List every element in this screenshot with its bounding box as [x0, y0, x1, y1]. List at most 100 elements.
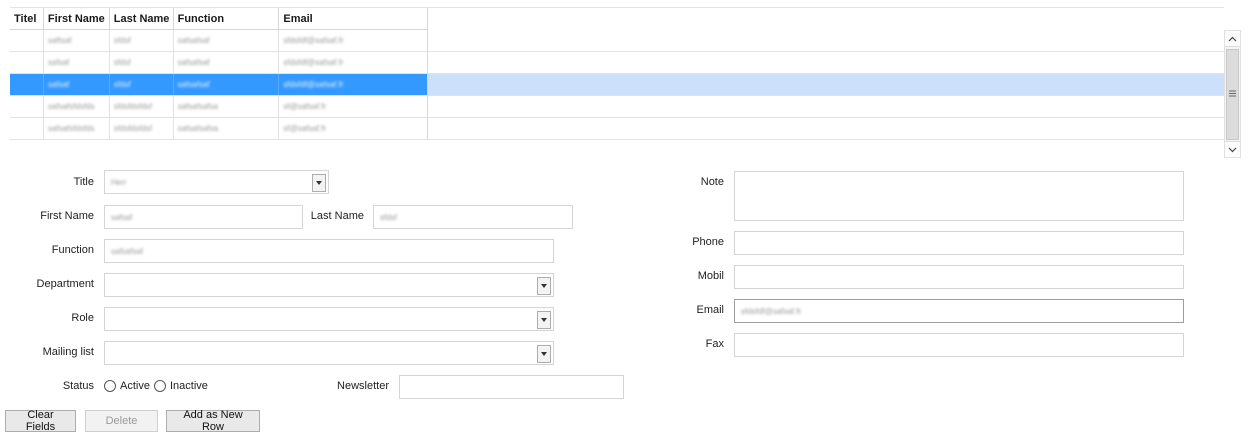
- note-label: Note: [700, 176, 724, 188]
- cell-first-name[interactable]: safsaf: [44, 52, 110, 73]
- function-label: Function: [51, 244, 94, 256]
- cell-email[interactable]: sfdsfdf@safsaf.fr: [279, 74, 427, 95]
- cell-first-name[interactable]: safsafsfdsfds: [44, 96, 110, 117]
- fax-field[interactable]: [734, 333, 1184, 357]
- mobil-label: Mobil: [697, 270, 724, 282]
- status-inactive-label[interactable]: Inactive: [170, 380, 208, 392]
- row-filler[interactable]: [428, 96, 1224, 117]
- cell-first-name-text: safsaf: [47, 58, 70, 67]
- row-filler[interactable]: [428, 52, 1224, 73]
- column-header-last-name[interactable]: Last Name: [110, 8, 174, 29]
- mailing-list-combobox[interactable]: [104, 341, 554, 365]
- scrollbar-thumb[interactable]: [1226, 49, 1239, 140]
- delete-button[interactable]: Delete: [85, 410, 158, 432]
- row-filler[interactable]: [428, 30, 1224, 51]
- cell-email-text: sfdsfdf@safsaf.fr: [283, 58, 344, 67]
- title-combobox[interactable]: Herr: [104, 170, 329, 194]
- newsletter-field[interactable]: [399, 375, 624, 399]
- note-textarea[interactable]: [734, 171, 1184, 221]
- cell-email-text: sf@safsaf.fr: [283, 124, 327, 133]
- status-label: Status: [62, 380, 94, 392]
- column-header-email[interactable]: Email: [279, 8, 427, 29]
- email-label: Email: [696, 304, 724, 316]
- cell-email[interactable]: sfdsfdf@safsaf.fr: [279, 52, 427, 73]
- last-name-field[interactable]: sfdsf: [373, 205, 573, 229]
- chevron-down-icon[interactable]: [537, 311, 551, 329]
- role-combobox[interactable]: [104, 307, 554, 331]
- phone-field[interactable]: [734, 231, 1184, 255]
- first-name-value: safsaf: [111, 212, 133, 222]
- table-row[interactable]: saftsaf sfdsf safsafsaf sfdsfdf@safsaf.fr: [10, 30, 1224, 52]
- grid-body: saftsaf sfdsf safsafsaf sfdsfdf@safsaf.fr sa…: [10, 30, 1224, 140]
- cell-email-text: sf@safsaf.fr: [283, 102, 327, 111]
- cell-email-text: sfdsfdf@safsaf.fr: [283, 36, 344, 45]
- department-combobox[interactable]: [104, 273, 554, 297]
- cell-first-name[interactable]: saftsaf: [44, 30, 110, 51]
- table-row[interactable]: safsafsfdsfds sfdsfdsfdsf safsafsafsa sf@sa…: [10, 96, 1224, 118]
- table-row[interactable]: safsaf sfdsf safsafsaf sfdsfdf@safsaf.fr: [10, 52, 1224, 74]
- cell-titel[interactable]: [10, 118, 44, 139]
- cell-function[interactable]: safsafsafsa: [174, 96, 280, 117]
- status-inactive-radio[interactable]: [153, 380, 166, 392]
- chevron-up-icon[interactable]: [1225, 31, 1240, 47]
- chevron-down-icon[interactable]: [312, 174, 326, 192]
- title-label: Title: [73, 176, 94, 188]
- cell-titel[interactable]: [10, 74, 44, 95]
- cell-last-name-text: sfdsf: [113, 36, 131, 45]
- chevron-down-icon[interactable]: [537, 345, 551, 363]
- cell-last-name[interactable]: sfdsf: [110, 30, 174, 51]
- cell-titel[interactable]: [10, 96, 44, 117]
- phone-label: Phone: [692, 236, 724, 248]
- role-label: Role: [71, 312, 94, 324]
- function-value: safsafsaf: [111, 246, 144, 256]
- cell-last-name[interactable]: sfdsf: [110, 74, 174, 95]
- cell-first-name-text: safsaf: [47, 80, 70, 89]
- cell-last-name-text: sfdsf: [113, 80, 131, 89]
- status-active-label[interactable]: Active: [120, 380, 150, 392]
- email-value: sfdsfdf@safsaf.fr: [741, 306, 802, 316]
- cell-email-text: sfdsfdf@safsaf.fr: [283, 80, 344, 89]
- cell-last-name-text: sfdsfdsfdsf: [113, 102, 153, 111]
- cell-function-text: safsafsaf: [177, 36, 210, 45]
- cell-first-name[interactable]: safsaf: [44, 74, 110, 95]
- department-label: Department: [36, 278, 94, 290]
- chevron-down-icon[interactable]: [1225, 141, 1240, 157]
- add-as-new-row-button[interactable]: Add as New Row: [166, 409, 260, 433]
- table-row[interactable]: safsafsfdsfds sfdsfdsfdsf safsafsafsa sf@sa…: [10, 118, 1224, 140]
- function-field[interactable]: safsafsaf: [104, 239, 554, 263]
- row-filler[interactable]: [428, 118, 1224, 139]
- cell-last-name[interactable]: sfdsf: [110, 52, 174, 73]
- column-header-function[interactable]: Function: [174, 8, 280, 29]
- email-field[interactable]: sfdsfdf@safsaf.fr: [734, 299, 1184, 323]
- cell-first-name[interactable]: safsafsfdsfds: [44, 118, 110, 139]
- cell-function[interactable]: safsafsaf: [174, 52, 280, 73]
- newsletter-label: Newsletter: [337, 380, 389, 392]
- mobil-field[interactable]: [734, 265, 1184, 289]
- cell-last-name[interactable]: sfdsfdsfdsf: [110, 118, 174, 139]
- grid-vertical-scrollbar[interactable]: [1224, 30, 1241, 158]
- status-active-radio[interactable]: [104, 380, 116, 392]
- column-header-titel[interactable]: Titel: [10, 8, 44, 29]
- table-row[interactable]: safsaf sfdsf safsafsaf sfdsfdf@safsaf.fr: [10, 74, 1224, 96]
- cell-email[interactable]: sf@safsaf.fr: [279, 118, 427, 139]
- grid-header: Titel First Name Last Name Function Emai…: [10, 8, 428, 30]
- cell-email[interactable]: sf@safsaf.fr: [279, 96, 427, 117]
- cell-function[interactable]: safsafsafsa: [174, 118, 280, 139]
- status-radio-group: Active Inactive: [104, 378, 208, 394]
- clear-fields-button[interactable]: Clear Fields: [5, 409, 76, 433]
- cell-function[interactable]: safsafsaf: [174, 30, 280, 51]
- cell-function[interactable]: safsafsaf: [174, 74, 280, 95]
- cell-email[interactable]: sfdsfdf@safsaf.fr: [279, 30, 427, 51]
- cell-titel[interactable]: [10, 52, 44, 73]
- last-name-value: sfdsf: [380, 212, 397, 222]
- first-name-field[interactable]: safsaf: [104, 205, 303, 229]
- cell-last-name[interactable]: sfdsfdsfdsf: [110, 96, 174, 117]
- cell-function-text: safsafsafsa: [177, 102, 219, 111]
- chevron-down-icon[interactable]: [537, 277, 551, 295]
- row-filler[interactable]: [428, 74, 1224, 95]
- cell-first-name-text: safsafsfdsfds: [47, 102, 95, 111]
- column-header-first-name[interactable]: First Name: [44, 8, 110, 29]
- cell-first-name-text: safsafsfdsfds: [47, 124, 95, 133]
- cell-function-text: safsafsafsa: [177, 124, 219, 133]
- cell-titel[interactable]: [10, 30, 44, 51]
